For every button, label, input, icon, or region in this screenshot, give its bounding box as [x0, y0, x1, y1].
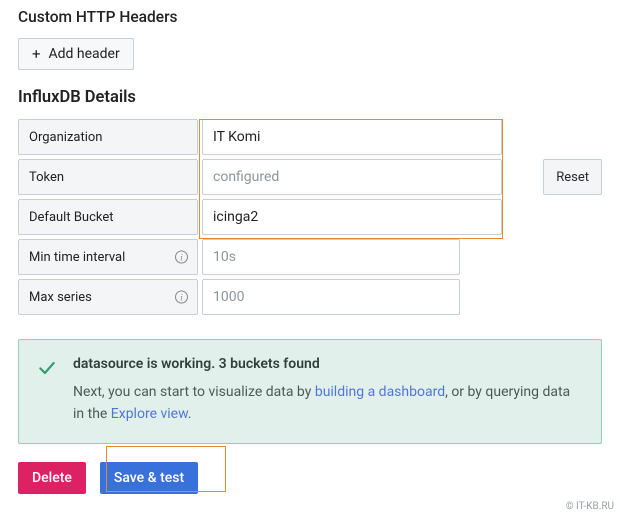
- save-test-label: Save & test: [114, 470, 184, 486]
- custom-headers-title: Custom HTTP Headers: [18, 8, 602, 26]
- reset-label: Reset: [556, 170, 589, 185]
- info-icon[interactable]: i: [175, 291, 188, 304]
- row-organization: Organization: [18, 119, 602, 155]
- label-max-series-text: Max series: [29, 290, 92, 305]
- label-default-bucket-text: Default Bucket: [29, 210, 114, 225]
- plus-icon: +: [32, 47, 41, 62]
- alert-title: datasource is working. 3 buckets found: [73, 356, 583, 372]
- row-default-bucket: Default Bucket: [18, 199, 602, 235]
- alert-content: datasource is working. 3 buckets found N…: [73, 356, 583, 425]
- link-build-dashboard[interactable]: building a dashboard: [315, 384, 445, 400]
- alert-success: datasource is working. 3 buckets found N…: [18, 339, 602, 444]
- row-max-series: Max series i: [18, 279, 602, 315]
- action-row: Delete Save & test: [18, 462, 602, 494]
- add-header-label: Add header: [49, 46, 120, 62]
- label-token: Token: [18, 159, 198, 195]
- input-token[interactable]: [202, 159, 502, 195]
- label-min-interval-text: Min time interval: [29, 250, 125, 265]
- alert-body-1: Next, you can start to visualize data by: [73, 384, 315, 400]
- input-default-bucket[interactable]: [202, 199, 502, 235]
- watermark: © IT-KB.RU: [566, 501, 614, 512]
- reset-token-button[interactable]: Reset: [543, 159, 602, 195]
- label-organization: Organization: [18, 119, 198, 155]
- alert-body: Next, you can start to visualize data by…: [73, 382, 583, 425]
- alert-body-3: .: [188, 406, 192, 422]
- label-min-interval: Min time interval i: [18, 239, 198, 275]
- input-max-series[interactable]: [202, 279, 460, 315]
- label-default-bucket: Default Bucket: [18, 199, 198, 235]
- label-max-series: Max series i: [18, 279, 198, 315]
- add-header-button[interactable]: + Add header: [18, 38, 134, 70]
- input-organization[interactable]: [202, 119, 502, 155]
- influxdb-details-title: InfluxDB Details: [18, 88, 602, 107]
- label-token-text: Token: [29, 170, 64, 185]
- label-organization-text: Organization: [29, 130, 102, 145]
- page-root: Custom HTTP Headers + Add header InfluxD…: [0, 0, 620, 518]
- check-icon: [37, 358, 59, 378]
- delete-button[interactable]: Delete: [18, 462, 86, 494]
- info-icon[interactable]: i: [175, 251, 188, 264]
- input-min-interval[interactable]: [202, 239, 460, 275]
- save-test-button[interactable]: Save & test: [100, 462, 198, 494]
- row-min-interval: Min time interval i: [18, 239, 602, 275]
- delete-label: Delete: [32, 470, 72, 486]
- link-explore-view[interactable]: Explore view: [111, 406, 188, 422]
- row-token: Token Reset: [18, 159, 602, 195]
